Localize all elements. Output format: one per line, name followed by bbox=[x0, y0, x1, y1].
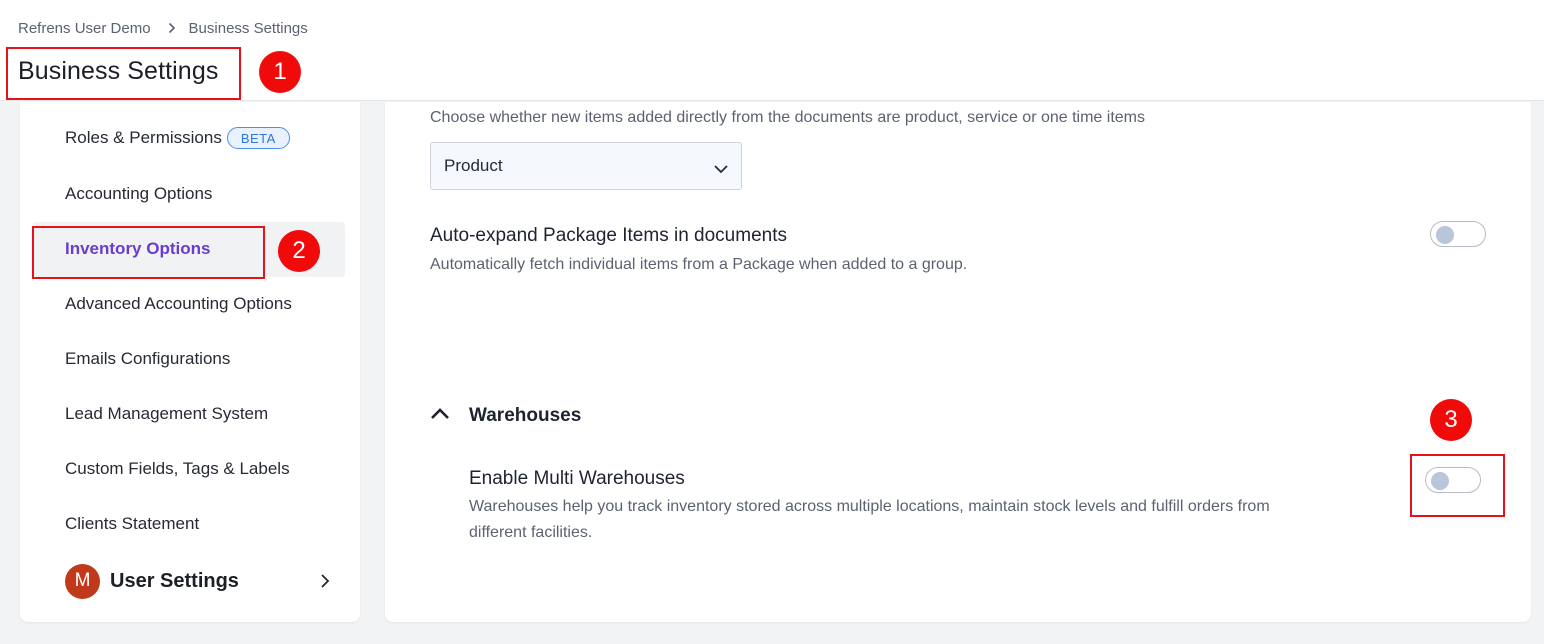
sidebar-item-label: Accounting Options bbox=[65, 184, 213, 203]
annotation-box-1 bbox=[6, 47, 241, 100]
warehouses-section-toggle[interactable]: Warehouses bbox=[430, 404, 581, 428]
sidebar-item-clients-statement[interactable]: Clients Statement bbox=[65, 512, 199, 536]
beta-badge: BETA bbox=[226, 127, 290, 149]
sidebar-item-accounting-options[interactable]: Accounting Options bbox=[65, 182, 212, 206]
sidebar-item-lead-management-system[interactable]: Lead Management System bbox=[65, 402, 268, 426]
sidebar-item-emails-configurations[interactable]: Emails Configurations bbox=[65, 347, 230, 371]
chevron-right-icon bbox=[320, 573, 330, 594]
sidebar-item-label: Clients Statement bbox=[65, 514, 200, 533]
sidebar: Roles & Permissions BETA Accounting Opti… bbox=[20, 102, 360, 622]
item-type-select-value: Product bbox=[444, 156, 503, 175]
multi-warehouses-description-line2: different facilities. bbox=[469, 524, 593, 541]
sidebar-item-custom-fields-tags-labels[interactable]: Custom Fields, Tags & Labels bbox=[65, 457, 290, 481]
item-type-description: Choose whether new items added directly … bbox=[430, 109, 1145, 126]
auto-expand-title: Auto-expand Package Items in documents bbox=[430, 225, 787, 246]
sidebar-item-advanced-accounting-options[interactable]: Advanced Accounting Options bbox=[65, 292, 292, 316]
toggle-knob bbox=[1436, 226, 1454, 244]
user-settings-link[interactable]: M User Settings bbox=[65, 563, 330, 599]
multi-warehouses-title: Enable Multi Warehouses bbox=[469, 468, 685, 489]
breadcrumb: Refrens User Demo Business Settings bbox=[18, 19, 308, 37]
breadcrumb-current: Business Settings bbox=[188, 19, 308, 37]
sidebar-item-label: Advanced Accounting Options bbox=[65, 294, 292, 313]
sidebar-item-label: Lead Management System bbox=[65, 404, 269, 423]
auto-expand-description: Automatically fetch individual items fro… bbox=[430, 256, 968, 273]
settings-panel: Choose whether new items added directly … bbox=[385, 102, 1531, 622]
chevron-down-icon bbox=[713, 159, 729, 179]
item-type-select[interactable]: Product bbox=[430, 142, 742, 190]
annotation-box-2 bbox=[32, 226, 265, 279]
chevron-up-icon bbox=[430, 407, 450, 425]
annotation-badge-1: 1 bbox=[259, 51, 301, 93]
breadcrumb-root-link[interactable]: Refrens User Demo bbox=[18, 20, 151, 37]
annotation-badge-2: 2 bbox=[278, 230, 320, 272]
chevron-right-icon bbox=[168, 22, 176, 34]
annotation-box-3 bbox=[1410, 454, 1505, 517]
sidebar-item-label: Custom Fields, Tags & Labels bbox=[65, 459, 290, 478]
annotation-badge-3: 3 bbox=[1430, 399, 1472, 441]
multi-warehouses-description-line1: Warehouses help you track inventory stor… bbox=[469, 498, 1270, 515]
user-settings-label: User Settings bbox=[110, 569, 239, 592]
auto-expand-toggle[interactable] bbox=[1430, 221, 1486, 247]
sidebar-item-label: Roles & Permissions bbox=[65, 128, 222, 147]
warehouses-section-label: Warehouses bbox=[469, 405, 582, 426]
avatar: M bbox=[65, 563, 100, 599]
sidebar-item-roles-permissions[interactable]: Roles & Permissions BETA bbox=[65, 126, 290, 150]
sidebar-item-label: Emails Configurations bbox=[65, 349, 231, 368]
